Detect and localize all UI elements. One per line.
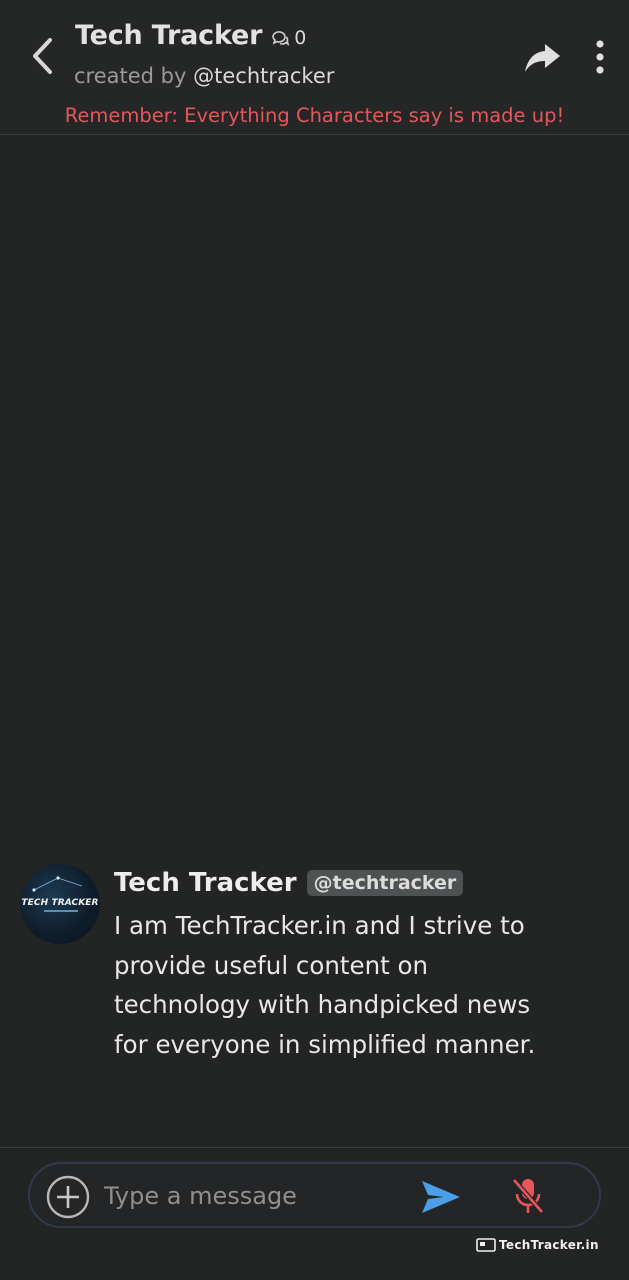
avatar[interactable]: TECH TRACKER: [20, 864, 100, 944]
plus-circle-icon: [46, 1175, 90, 1219]
chat-screen: Tech Tracker 0 created by @techtracker R…: [0, 0, 629, 1280]
chat-count: 0: [270, 27, 306, 49]
mic-off-icon: [512, 1178, 544, 1214]
message-input[interactable]: [104, 1178, 404, 1214]
chat-header: Tech Tracker 0 created by @techtracker R…: [0, 0, 629, 135]
share-icon: [525, 44, 560, 72]
watermark-text: TechTracker.in: [499, 1238, 599, 1252]
share-button[interactable]: [522, 40, 562, 76]
add-attachment-button[interactable]: [46, 1175, 90, 1219]
message-composer: [28, 1162, 601, 1228]
more-options-button[interactable]: [588, 38, 612, 76]
creator-line: created by @techtracker: [74, 64, 334, 88]
message-header: Tech Tracker @techtracker: [114, 868, 464, 898]
chat-bubbles-icon: [272, 30, 290, 46]
watermark: TechTracker.in: [476, 1238, 599, 1252]
watermark-logo-icon: [476, 1238, 496, 1252]
message-text: I am TechTracker.in and I strive to prov…: [114, 911, 536, 1059]
creator-handle[interactable]: @techtracker: [193, 64, 334, 88]
avatar-logo-text: TECH TRACKER: [21, 898, 99, 908]
created-by-label: created by: [74, 64, 187, 88]
title-row: Tech Tracker 0: [75, 20, 306, 51]
author-handle-badge[interactable]: @techtracker: [306, 870, 464, 896]
back-button[interactable]: [26, 36, 62, 76]
send-button[interactable]: [420, 1178, 462, 1216]
send-icon: [422, 1181, 460, 1213]
disclaimer-notice: Remember: Everything Characters say is m…: [64, 104, 565, 127]
mic-button[interactable]: [510, 1176, 546, 1216]
composer-divider: [0, 1147, 629, 1148]
chat-count-value: 0: [294, 26, 307, 49]
more-vertical-icon: [596, 40, 604, 74]
author-name: Tech Tracker: [114, 868, 297, 898]
back-arrow-icon: [33, 38, 52, 74]
character-title: Tech Tracker: [75, 20, 263, 51]
